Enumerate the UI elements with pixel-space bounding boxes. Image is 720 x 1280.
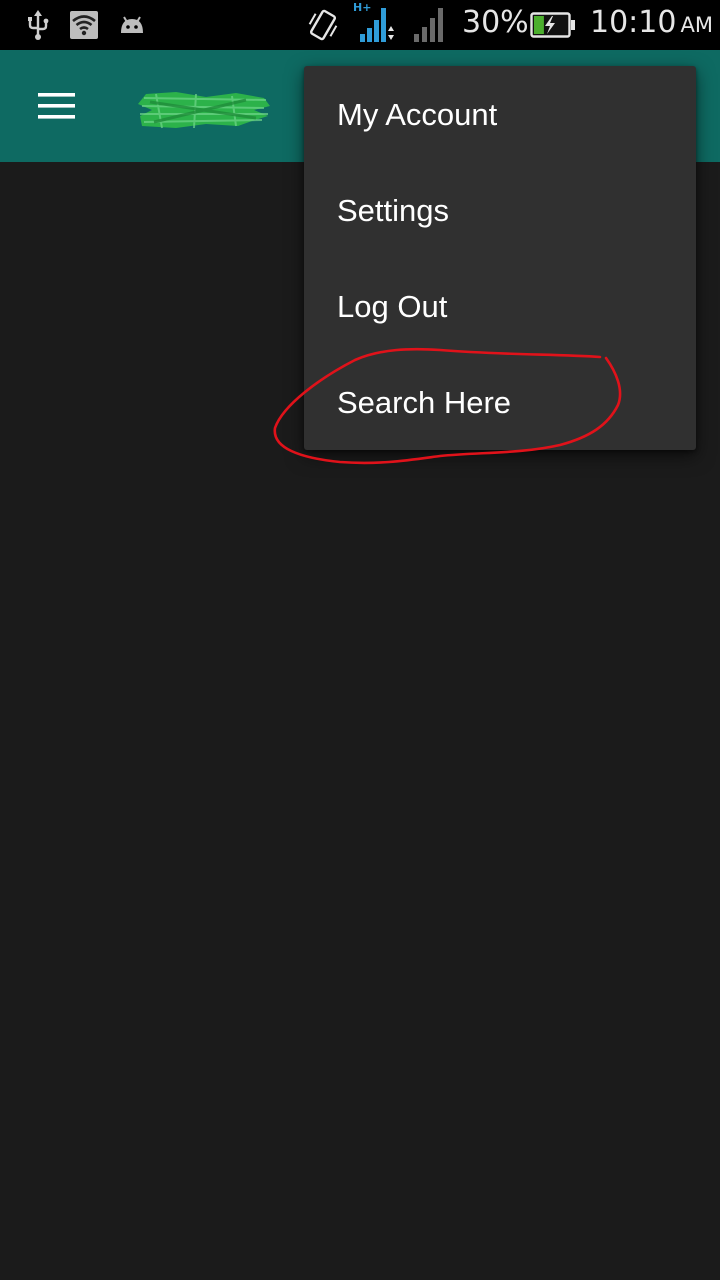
menu-item-settings[interactable]: Settings	[304, 163, 696, 259]
status-clock: 10:10 AM	[590, 5, 713, 40]
signal-icon	[360, 8, 394, 42]
clock-ampm: AM	[680, 13, 713, 37]
phone-screen: H+ 30% 10:10 AM My Account Settings Log …	[0, 0, 720, 1280]
overflow-menu: My Account Settings Log Out Search Here	[304, 66, 696, 450]
vibrate-icon	[308, 9, 338, 41]
battery-percentage: 30%	[462, 5, 529, 40]
battery-charging-icon	[530, 12, 575, 38]
menu-item-search-here[interactable]: Search Here	[304, 355, 696, 451]
status-bar: H+ 30% 10:10 AM	[0, 0, 720, 50]
signal-icon	[414, 8, 443, 42]
hamburger-menu-icon	[38, 93, 75, 119]
wifi-icon	[70, 11, 98, 39]
usb-icon	[28, 10, 49, 40]
navigation-drawer-button[interactable]	[22, 74, 90, 138]
app-logo	[138, 92, 270, 129]
menu-item-log-out[interactable]: Log Out	[304, 259, 696, 355]
android-icon	[121, 16, 143, 33]
clock-time: 10:10	[590, 5, 677, 40]
menu-item-my-account[interactable]: My Account	[304, 67, 696, 163]
